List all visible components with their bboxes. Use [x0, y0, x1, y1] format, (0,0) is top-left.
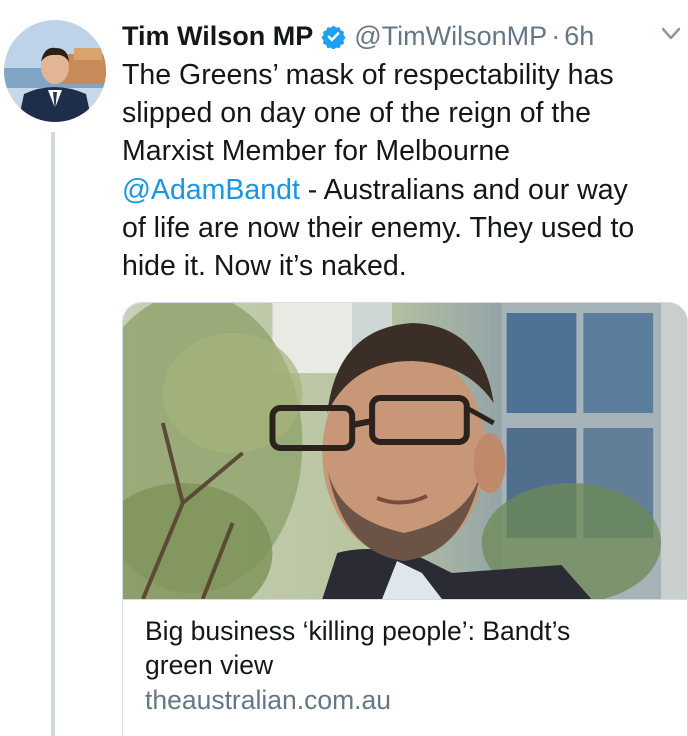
mention-link[interactable]: @AdamBandt [122, 174, 300, 206]
tweet[interactable]: Tim Wilson MP @TimWilsonMP · 6h The Gree… [0, 0, 688, 736]
avatar[interactable] [4, 20, 106, 122]
tweet-text-line: @AdamBandt - Australians and our way [122, 171, 688, 209]
card-image [123, 303, 687, 599]
verified-badge-icon [321, 25, 346, 49]
tweet-text-fragment: - Australians and our way [299, 173, 628, 206]
separator-dot: · [551, 20, 561, 51]
tweet-text: The Greens’ mask of respectability has s… [122, 56, 688, 285]
card-title-line: green view [145, 650, 274, 680]
tweet-text-line: Marxist Member for Melbourne [122, 135, 511, 168]
tweet-text-line: slipped on day one of the reign of the [122, 97, 592, 130]
chevron-down-icon[interactable] [660, 26, 682, 42]
tweet-text-line: The Greens’ mask of respectability has [122, 59, 614, 91]
card-domain: theaustralian.com.au [145, 685, 392, 715]
avatar-image [4, 20, 106, 122]
author-name[interactable]: Tim Wilson MP [122, 21, 313, 52]
tweet-text-line: hide it. Now it’s naked. [122, 250, 407, 283]
card-title: Big business ‘killing people’: Bandt’s g… [145, 614, 665, 682]
link-card[interactable]: Big business ‘killing people’: Bandt’s g… [122, 302, 688, 736]
tweet-text-line: of life are now their enemy. They used t… [122, 211, 635, 244]
timestamp[interactable]: 6h [564, 21, 594, 52]
author-handle[interactable]: @TimWilsonMP [354, 21, 547, 52]
thread-line [51, 132, 55, 736]
card-title-line: Big business ‘killing people’: Bandt’s [145, 616, 571, 646]
tweet-header: Tim Wilson MP @TimWilsonMP · 6h [122, 16, 594, 56]
card-meta: Big business ‘killing people’: Bandt’s g… [123, 599, 687, 718]
